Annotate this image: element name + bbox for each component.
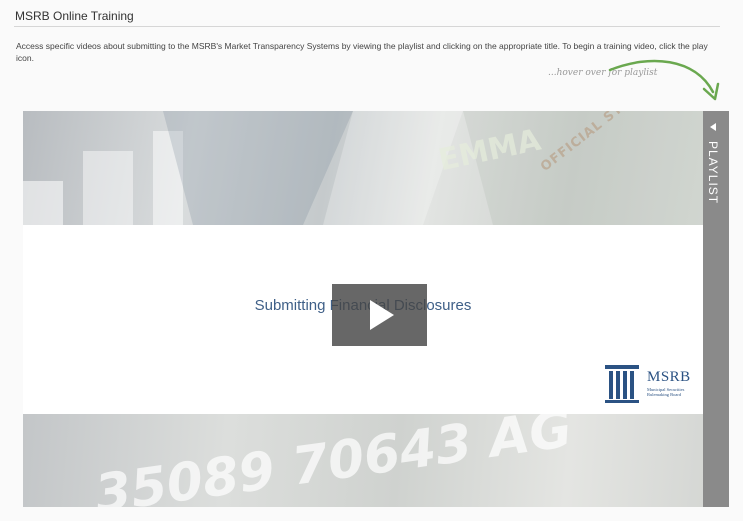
playlist-tab[interactable]: PLAYLIST bbox=[703, 111, 729, 507]
training-page: MSRB Online Training Access specific vid… bbox=[0, 0, 743, 521]
logo-name: MSRB bbox=[647, 369, 691, 385]
slide-banner-bottom: 35089 70643 AG bbox=[23, 414, 703, 507]
slide-banner-top: EMMA OFFICIAL STATEMENTS AND bbox=[23, 111, 703, 225]
video-player[interactable]: EMMA OFFICIAL STATEMENTS AND Submitting … bbox=[23, 111, 729, 507]
play-icon bbox=[370, 300, 394, 330]
columns-icon bbox=[605, 365, 639, 403]
play-button[interactable] bbox=[332, 284, 427, 346]
page-title: MSRB Online Training bbox=[15, 9, 134, 23]
msrb-logo: MSRB Municipal Securities Rulemaking Boa… bbox=[603, 363, 703, 405]
curved-arrow-icon bbox=[608, 59, 720, 101]
banner-bottom-text: 35089 70643 AG bbox=[91, 414, 576, 507]
logo-subtitle: Municipal Securities Rulemaking Board bbox=[647, 387, 685, 397]
page-header: MSRB Online Training bbox=[14, 6, 720, 27]
triangle-left-icon bbox=[710, 123, 716, 131]
slide-title: Submitting Financial Disclosures bbox=[254, 297, 472, 314]
playlist-label: PLAYLIST bbox=[706, 141, 720, 205]
